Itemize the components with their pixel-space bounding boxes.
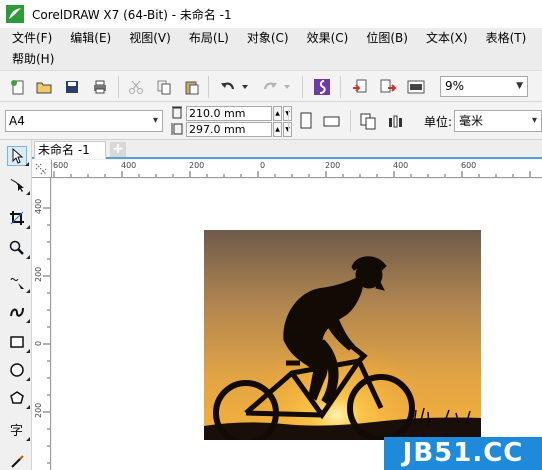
export-icon[interactable] [378, 77, 398, 97]
height-icon [170, 122, 184, 136]
ruler-label: 200 [189, 161, 205, 170]
toolbar-separator [350, 110, 351, 132]
save-icon[interactable] [62, 77, 82, 97]
menu-bar: 文件(F) 编辑(E) 视图(V) 布局(L) 对象(C) 效果(C) 位图(B… [0, 28, 542, 70]
document-tab[interactable]: 未命名 -1 [34, 141, 106, 159]
menu-view[interactable]: 视图(V) [125, 28, 175, 49]
text-tool-icon[interactable]: 字 [7, 420, 30, 441]
pen-tool-icon[interactable] [7, 452, 27, 470]
site-watermark: JB51.CC [384, 437, 542, 470]
page-height-row: 297.0 mm ▲ ▼ [170, 121, 292, 137]
ellipse-tool-icon[interactable] [7, 360, 30, 381]
import-icon[interactable] [350, 77, 370, 97]
menu-edit[interactable]: 编辑(E) [66, 28, 115, 49]
ruler-label: 0 [260, 161, 266, 170]
menu-text[interactable]: 文本(X) [422, 28, 472, 49]
page-height-input[interactable]: 297.0 mm [186, 121, 272, 137]
unit-label: 单位: [424, 115, 453, 129]
crop-tool-icon[interactable] [7, 208, 30, 229]
toolbox: 字 [0, 140, 32, 470]
page-width-row: 210.0 mm ▲ ▼ [170, 105, 292, 121]
polygon-tool-icon[interactable] [7, 388, 30, 409]
standard-toolbar: 9% ▼ [0, 70, 542, 102]
chevron-down-icon: ▾ [531, 115, 537, 126]
unit-select[interactable]: 毫米 ▾ [454, 110, 542, 132]
ruler-label: 0 [34, 340, 43, 346]
menu-object[interactable]: 对象(C) [243, 28, 293, 49]
ruler-label: 600 [53, 161, 69, 170]
page-size-select[interactable]: A4 ▾ [5, 110, 163, 132]
chevron-down-icon: ▼ [516, 81, 523, 91]
copy-icon[interactable] [154, 77, 174, 97]
ruler-label: 200 [325, 161, 341, 170]
menu-help[interactable]: 帮助(H) [8, 49, 58, 70]
pick-tool-icon[interactable] [7, 146, 29, 166]
menu-file[interactable]: 文件(F) [8, 28, 56, 49]
new-icon[interactable] [8, 77, 28, 97]
ruler-label: 400 [121, 161, 137, 170]
toolbar-separator [208, 76, 209, 98]
all-pages-icon[interactable] [358, 111, 378, 131]
height-spin-up-button[interactable]: ▲ [273, 121, 282, 137]
publish-pdf-icon[interactable] [406, 77, 426, 97]
document-tab-bar: 未命名 -1 + [32, 140, 542, 159]
ruler-origin[interactable] [32, 160, 52, 178]
redo-dropdown-icon[interactable] [282, 77, 292, 97]
menu-table[interactable]: 表格(T) [482, 28, 531, 49]
zoom-level-select[interactable]: 9% ▼ [440, 76, 528, 97]
page-size-value: A4 [9, 114, 25, 128]
cut-icon[interactable] [126, 77, 146, 97]
chevron-down-icon: ▾ [152, 115, 158, 126]
document-tab-label: 未命名 -1 [38, 143, 90, 157]
ruler-label: 200 [34, 266, 43, 282]
open-icon[interactable] [34, 77, 54, 97]
menu-effects[interactable]: 效果(C) [303, 28, 353, 49]
coreldraw-logo-icon [6, 5, 24, 23]
plus-icon: + [112, 141, 124, 157]
toolbar-separator [340, 76, 341, 98]
svg-text:字: 字 [10, 424, 23, 438]
ruler-label: 200 [34, 402, 43, 418]
rectangle-tool-icon[interactable] [7, 332, 30, 353]
undo-icon[interactable] [218, 77, 238, 97]
unit-value: 毫米 [459, 114, 484, 128]
horizontal-ruler[interactable]: 600 400 200 0 200 400 600 [52, 160, 542, 178]
redo-icon[interactable] [260, 77, 280, 97]
portrait-icon[interactable] [296, 111, 316, 131]
shape-tool-icon[interactable] [7, 174, 30, 195]
menu-bitmaps[interactable]: 位图(B) [362, 28, 412, 49]
add-page-button[interactable]: + [110, 142, 126, 157]
ruler-label: 400 [393, 161, 409, 170]
ruler-label: 400 [34, 198, 43, 214]
current-page-icon[interactable] [386, 111, 406, 131]
width-spin-up-button[interactable]: ▲ [273, 105, 282, 121]
title-bar: CorelDRAW X7 (64-Bit) - 未命名 -1 [0, 0, 542, 28]
property-bar: A4 ▾ 210.0 mm ▲ ▼ 297.0 mm ▲ ▼ 单位: 毫米 ▾ [0, 102, 542, 140]
page-width-input[interactable]: 210.0 mm [186, 105, 272, 121]
ruler-label: 600 [461, 161, 477, 170]
width-icon [170, 106, 184, 120]
toolbar-separator [302, 76, 303, 98]
paste-icon[interactable] [182, 77, 202, 97]
undo-dropdown-icon[interactable] [240, 77, 250, 97]
print-icon[interactable] [90, 77, 110, 97]
bitmap-photo-cyclist-silhouette[interactable] [204, 230, 481, 440]
search-content-icon[interactable] [312, 77, 332, 97]
zoom-level-value: 9% [445, 79, 465, 93]
toolbar-separator [118, 76, 119, 98]
vertical-ruler[interactable]: 400 200 0 200 [32, 178, 51, 470]
freehand-tool-icon[interactable] [7, 272, 30, 293]
window-title: CorelDRAW X7 (64-Bit) - 未命名 -1 [32, 7, 232, 22]
toolbar-separator [288, 110, 289, 132]
artistic-media-tool-icon[interactable] [7, 302, 30, 323]
zoom-tool-icon[interactable] [7, 238, 30, 259]
menu-layout[interactable]: 布局(L) [185, 28, 233, 49]
landscape-icon[interactable] [322, 111, 342, 131]
